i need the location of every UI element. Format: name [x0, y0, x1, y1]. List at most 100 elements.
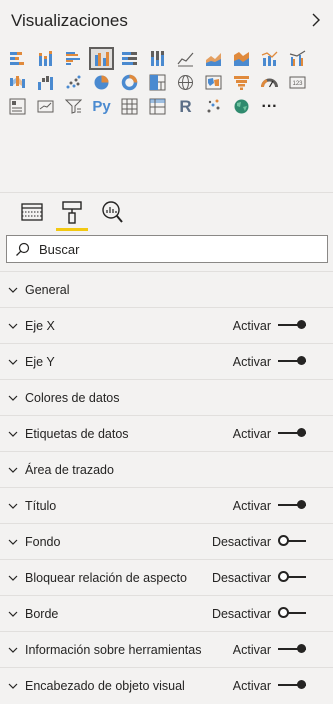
chevron-down-icon[interactable]: [8, 393, 18, 403]
toggle-switch[interactable]: [278, 535, 306, 547]
chevron-down-icon[interactable]: [8, 501, 18, 511]
toggle-switch[interactable]: [278, 571, 306, 583]
format-card[interactable]: Título Activar: [0, 487, 333, 523]
format-card[interactable]: Colores de datos: [0, 379, 333, 415]
chevron-down-icon[interactable]: [8, 609, 18, 619]
toggle-knob: [278, 571, 289, 582]
pie-chart-icon[interactable]: [90, 72, 113, 93]
stacked-area-chart-icon[interactable]: [230, 48, 253, 69]
r-label: R: [179, 96, 192, 116]
toggle-knob: [297, 644, 306, 653]
slicer-icon[interactable]: [62, 96, 85, 117]
toggle-track: [288, 612, 306, 614]
search-box[interactable]: Buscar: [6, 235, 328, 263]
format-card-title: Eje Y: [25, 355, 55, 369]
chevron-down-icon[interactable]: [8, 573, 18, 583]
toggle-switch[interactable]: [278, 428, 306, 439]
analytics-tab[interactable]: [100, 200, 124, 224]
multi-row-card-icon[interactable]: [6, 96, 29, 117]
search-icon: [16, 242, 30, 256]
format-card-title: Fondo: [25, 535, 61, 549]
r-visual-icon[interactable]: R: [174, 96, 197, 117]
format-card[interactable]: Área de trazado: [0, 451, 333, 487]
format-card-title: Información sobre herramientas: [25, 643, 202, 657]
funnel-icon[interactable]: [230, 72, 253, 93]
format-card[interactable]: General: [0, 271, 333, 307]
format-card[interactable]: Fondo Desactivar: [0, 523, 333, 559]
toggle-switch[interactable]: [278, 356, 306, 367]
donut-chart-icon[interactable]: [118, 72, 141, 93]
chevron-down-icon[interactable]: [8, 681, 18, 691]
toggle-switch[interactable]: [278, 644, 306, 655]
100-stacked-column-chart-icon[interactable]: [146, 48, 169, 69]
toggle-knob: [278, 535, 289, 546]
chevron-down-icon[interactable]: [8, 465, 18, 475]
format-card-title: Encabezado de objeto visual: [25, 679, 185, 693]
chevron-down-icon[interactable]: [8, 537, 18, 547]
ribbon-chart-icon[interactable]: [6, 72, 29, 93]
stacked-bar-chart-icon[interactable]: [6, 48, 29, 69]
fields-tab[interactable]: [20, 200, 44, 224]
toggle-track: [288, 576, 306, 578]
search-input[interactable]: Buscar: [39, 242, 79, 257]
clustered-column-chart-icon[interactable]: [89, 47, 114, 70]
100-stacked-bar-chart-icon[interactable]: [118, 48, 141, 69]
visual-gallery: 123 Py R ···: [6, 47, 326, 120]
arcgis-map-icon[interactable]: [202, 96, 225, 117]
analytics-magnifier-icon: [102, 201, 123, 223]
format-card-title: Área de trazado: [25, 463, 114, 477]
format-card[interactable]: Eje X Activar: [0, 307, 333, 343]
toggle-knob: [278, 607, 289, 618]
chevron-down-icon[interactable]: [8, 429, 18, 439]
map-icon[interactable]: [174, 72, 197, 93]
pane-title: Visualizaciones: [11, 11, 128, 30]
format-card[interactable]: Borde Desactivar: [0, 595, 333, 631]
line-chart-icon[interactable]: [174, 48, 197, 69]
area-chart-icon[interactable]: [202, 48, 225, 69]
toggle-knob: [297, 500, 306, 509]
toggle-switch[interactable]: [278, 320, 306, 331]
matrix-icon[interactable]: [146, 96, 169, 117]
chevron-down-icon[interactable]: [8, 645, 18, 655]
visualizations-header: Visualizaciones: [0, 0, 333, 40]
chevron-down-icon[interactable]: [8, 357, 18, 367]
format-card-title: Colores de datos: [25, 391, 120, 405]
globe-icon[interactable]: [230, 96, 253, 117]
format-tab[interactable]: [56, 200, 88, 231]
table-icon[interactable]: [118, 96, 141, 117]
toggle-switch[interactable]: [278, 500, 306, 511]
line-and-clustered-column-chart-icon[interactable]: [286, 48, 309, 69]
format-card[interactable]: Información sobre herramientas Activar: [0, 631, 333, 667]
format-card[interactable]: Bloquear relación de aspecto Desactivar: [0, 559, 333, 595]
format-paint-roller-icon: [62, 201, 82, 224]
waterfall-chart-icon[interactable]: [34, 72, 57, 93]
clustered-bar-chart-icon[interactable]: [62, 48, 85, 69]
format-card-title: General: [25, 283, 70, 297]
format-card[interactable]: Encabezado de objeto visual Activar: [0, 667, 333, 703]
gauge-icon[interactable]: [258, 72, 281, 93]
toggle-state-label: Activar: [232, 355, 271, 369]
filled-map-icon[interactable]: [202, 72, 225, 93]
kpi-icon[interactable]: [34, 96, 57, 117]
more-visuals-icon[interactable]: ···: [258, 96, 281, 117]
toggle-state-label: Activar: [232, 427, 271, 441]
format-card[interactable]: Etiquetas de datos Activar: [0, 415, 333, 451]
format-card-title: Título: [25, 499, 57, 513]
svg-text:123: 123: [292, 81, 303, 87]
chevron-right-icon[interactable]: [309, 13, 323, 27]
toggle-knob: [297, 680, 306, 689]
toggle-state-label: Activar: [232, 499, 271, 513]
fields-tab-icon: [21, 203, 43, 221]
line-and-stacked-column-chart-icon[interactable]: [258, 48, 281, 69]
toggle-switch[interactable]: [278, 680, 306, 691]
format-card[interactable]: Eje Y Activar: [0, 343, 333, 379]
chevron-down-icon[interactable]: [8, 285, 18, 295]
chevron-down-icon[interactable]: [8, 321, 18, 331]
card-icon[interactable]: 123: [286, 72, 309, 93]
python-visual-icon[interactable]: Py: [90, 96, 113, 117]
stacked-column-chart-icon[interactable]: [34, 48, 57, 69]
scatter-chart-icon[interactable]: [62, 72, 85, 93]
more-label: ···: [261, 97, 278, 115]
toggle-switch[interactable]: [278, 607, 306, 619]
treemap-icon[interactable]: [146, 72, 169, 93]
